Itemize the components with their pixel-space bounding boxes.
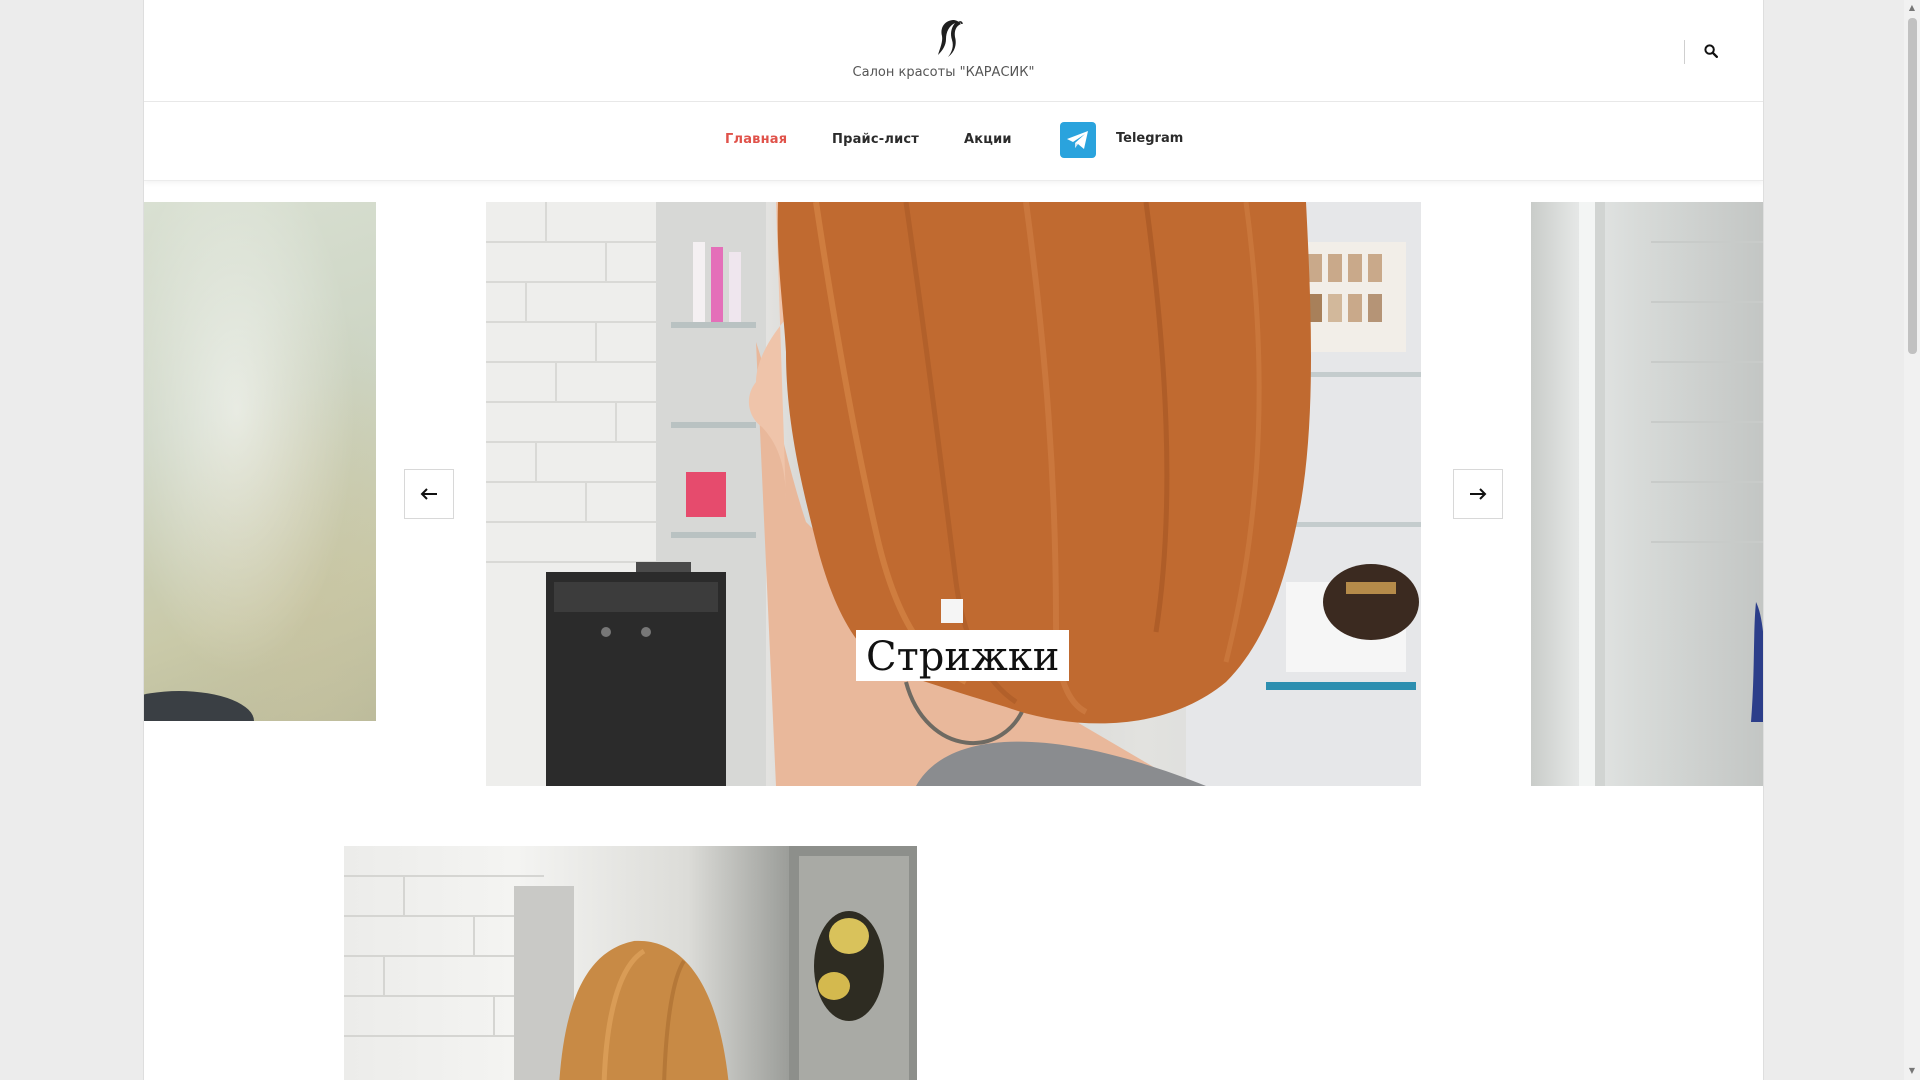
nav-item-promotions[interactable]: Акции	[964, 132, 1012, 147]
telegram-icon	[1060, 122, 1096, 158]
page-scrollbar[interactable]: ▲ ▼	[1904, 0, 1920, 1080]
caption-marker	[941, 599, 963, 623]
hair-silhouette-icon	[938, 20, 963, 57]
slider-next-button[interactable]	[1453, 469, 1503, 519]
slide-next-image[interactable]	[1531, 202, 1763, 786]
arrow-left-icon	[420, 488, 437, 500]
search-button[interactable]	[1697, 38, 1725, 64]
search-icon	[1704, 44, 1718, 58]
scroll-down-icon[interactable]: ▼	[1907, 1066, 1917, 1076]
scroll-up-icon[interactable]: ▲	[1907, 3, 1917, 13]
haircut-photo	[486, 202, 1421, 786]
site-header: Салон красоты "КАРАСИК"	[144, 0, 1763, 102]
search-divider	[1684, 40, 1685, 64]
nav-item-home[interactable]: Главная	[725, 132, 787, 147]
site-title[interactable]: Салон красоты "КАРАСИК"	[144, 65, 1753, 80]
page-container: Салон красоты "КАРАСИК" Главная Прайс-ли…	[143, 0, 1764, 1080]
slide-previous-image[interactable]	[144, 202, 376, 721]
nav-item-price-list[interactable]: Прайс-лист	[832, 132, 919, 147]
slider-prev-button[interactable]	[404, 469, 454, 519]
nav-item-telegram[interactable]: Telegram	[1060, 122, 1183, 158]
arrow-right-icon	[1470, 488, 1487, 500]
slide-current-image[interactable]	[486, 202, 1421, 786]
main-navigation: Главная Прайс-лист Акции Telegram	[144, 102, 1763, 181]
scrollbar-thumb[interactable]	[1908, 18, 1917, 354]
content-image[interactable]	[344, 846, 917, 1080]
slide-caption[interactable]: Стрижки	[856, 630, 1070, 681]
telegram-label: Telegram	[1116, 130, 1184, 146]
